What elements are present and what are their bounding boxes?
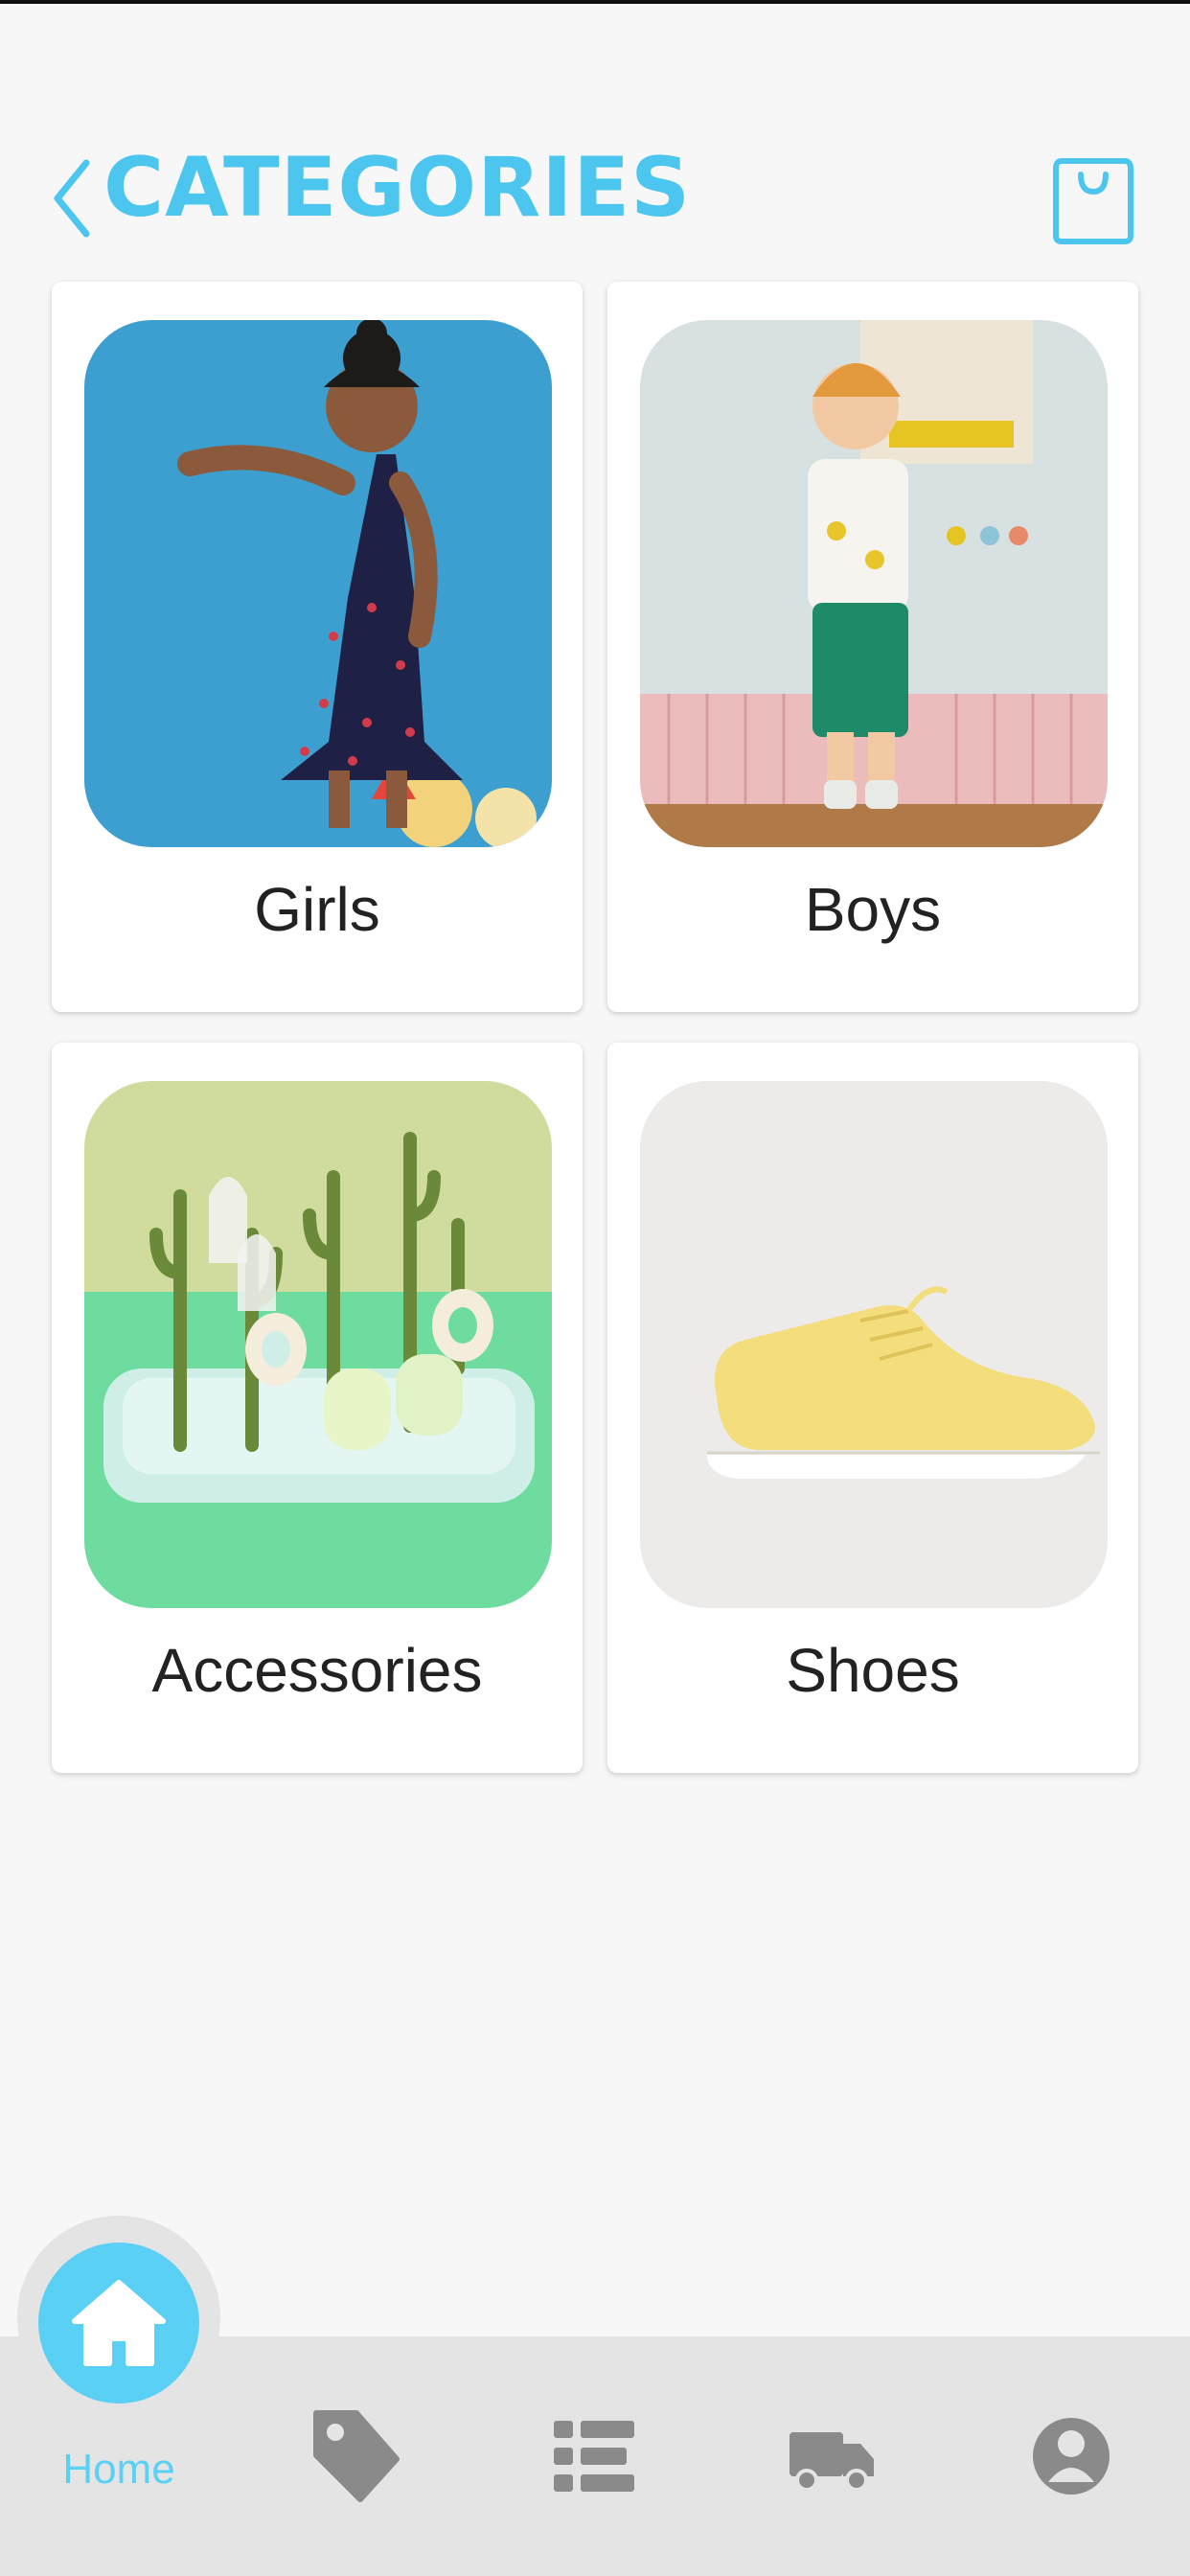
category-image-shoes <box>640 1081 1108 1608</box>
category-image-accessories <box>84 1081 552 1608</box>
page-title: CATEGORIES <box>103 140 692 236</box>
category-image-girls <box>84 320 552 847</box>
home-icon <box>72 2280 166 2366</box>
nav-home-label: Home <box>62 2446 175 2493</box>
status-bar-line <box>0 0 1190 4</box>
shopping-bag-icon[interactable] <box>1050 150 1136 245</box>
truck-icon[interactable] <box>784 2404 880 2509</box>
category-card-shoes[interactable]: Shoes <box>607 1043 1138 1773</box>
list-icon[interactable] <box>544 2404 640 2509</box>
header: CATEGORIES <box>0 134 1190 249</box>
nav-home-button[interactable] <box>38 2242 199 2404</box>
category-card-girls[interactable]: Girls <box>52 282 583 1012</box>
category-label-accessories: Accessories <box>151 1636 483 1705</box>
category-label-girls: Girls <box>254 875 380 944</box>
category-label-boys: Boys <box>804 875 942 944</box>
category-label-shoes: Shoes <box>786 1636 960 1705</box>
chevron-left-icon[interactable] <box>48 155 96 242</box>
category-image-boys <box>640 320 1108 847</box>
category-card-boys[interactable]: Boys <box>607 282 1138 1012</box>
tag-icon[interactable] <box>307 2404 402 2509</box>
category-card-accessories[interactable]: Accessories <box>52 1043 583 1773</box>
user-icon[interactable] <box>1023 2404 1119 2509</box>
